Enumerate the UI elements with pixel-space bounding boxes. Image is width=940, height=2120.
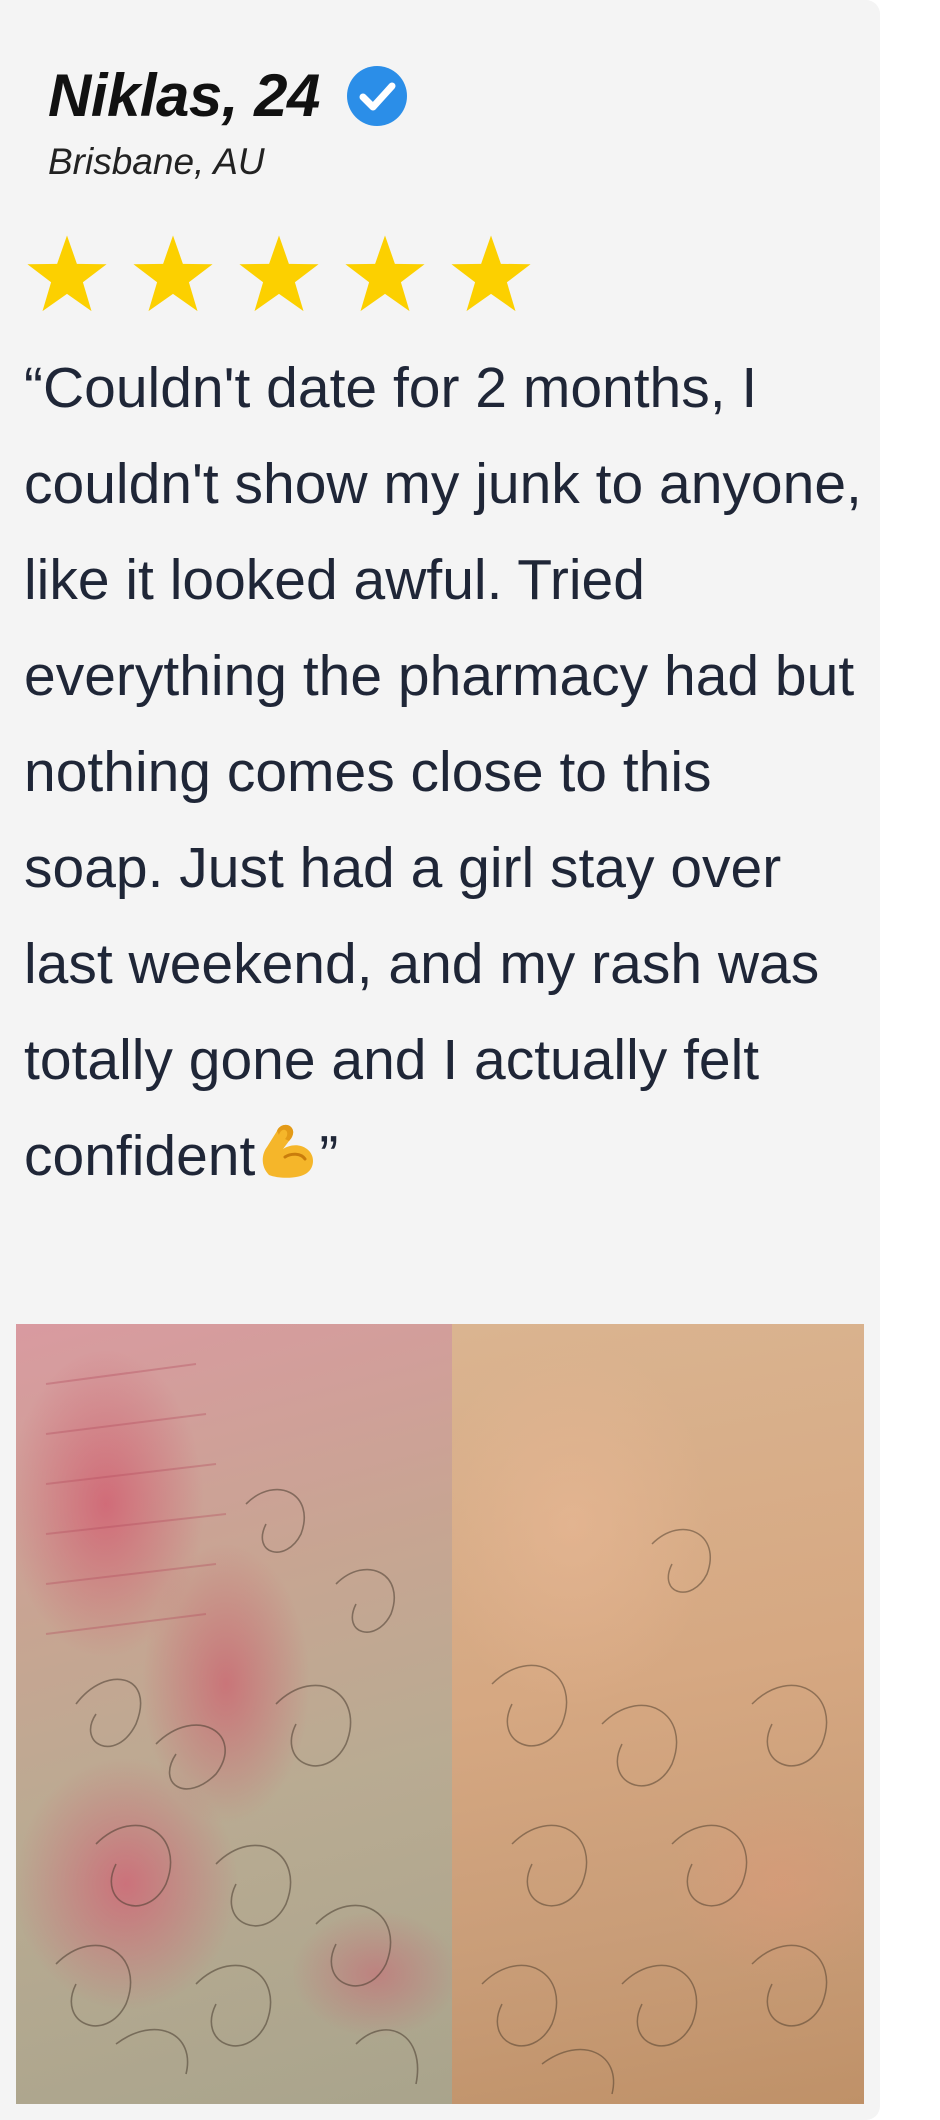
review-header: Niklas, 24 Brisbane, AU — [48, 58, 408, 186]
reviewer-name-row: Niklas, 24 — [48, 58, 408, 134]
review-quote: “Couldn't date for 2 months, I couldn't … — [24, 340, 866, 1204]
reviewer-location: Brisbane, AU — [48, 141, 265, 182]
quote-open-mark: “ — [24, 356, 43, 420]
review-text: Couldn't date for 2 months, I couldn't s… — [24, 356, 862, 1188]
quote-close-mark: ” — [319, 1124, 339, 1188]
star-icon — [345, 235, 425, 312]
star-icon — [133, 235, 213, 312]
before-photo — [16, 1324, 452, 2104]
star-icon — [27, 235, 107, 312]
after-photo — [452, 1324, 864, 2104]
before-after-photos — [16, 1324, 864, 2104]
star-icon — [239, 235, 319, 312]
star-icon — [451, 235, 531, 312]
star-rating — [24, 232, 534, 318]
review-card: Niklas, 24 Brisbane, AU “Couldn't date f… — [0, 0, 880, 2120]
reviewer-name: Niklas, 24 — [48, 62, 320, 129]
flexed-biceps-emoji — [263, 1124, 314, 1178]
verified-badge-icon — [346, 66, 407, 126]
